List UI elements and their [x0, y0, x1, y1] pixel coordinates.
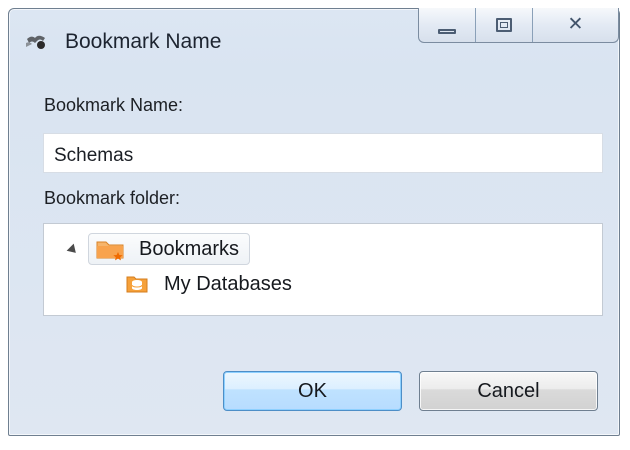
maximize-button[interactable]	[476, 8, 533, 42]
bookmark-name-dialog: Bookmark Name ✕ Bookmark Name: Bookmark …	[8, 8, 620, 436]
bookmarks-folder-icon	[96, 241, 124, 261]
close-icon: ✕	[567, 13, 584, 35]
app-icon	[26, 35, 45, 49]
dialog-content: Bookmark Name: Bookmark folder: Bookmark…	[35, 75, 603, 435]
bookmark-folder-tree[interactable]: Bookmarks My Databases	[43, 223, 603, 316]
bookmark-name-input[interactable]	[43, 133, 603, 173]
selected-tree-item[interactable]: Bookmarks	[88, 233, 251, 265]
database-folder-icon	[126, 276, 148, 293]
expand-arrow-icon[interactable]	[66, 243, 80, 257]
tree-item-label: Bookmarks	[139, 237, 240, 260]
minimize-button[interactable]	[419, 8, 476, 42]
tree-item-my-databases[interactable]: My Databases	[126, 268, 292, 300]
window-controls: ✕	[418, 8, 619, 43]
maximize-icon	[496, 18, 512, 32]
tree-item-bookmarks[interactable]: Bookmarks	[66, 233, 251, 265]
ok-button[interactable]: OK	[223, 371, 402, 411]
bookmark-folder-label: Bookmark folder:	[44, 188, 181, 208]
close-button[interactable]: ✕	[533, 8, 618, 42]
cancel-button[interactable]: Cancel	[419, 371, 598, 411]
minimize-icon	[438, 28, 456, 34]
bookmark-name-label: Bookmark Name:	[44, 95, 184, 115]
window-title: Bookmark Name	[65, 30, 222, 53]
tree-item-label: My Databases	[164, 272, 292, 295]
title-bar: Bookmark Name ✕	[9, 8, 619, 67]
